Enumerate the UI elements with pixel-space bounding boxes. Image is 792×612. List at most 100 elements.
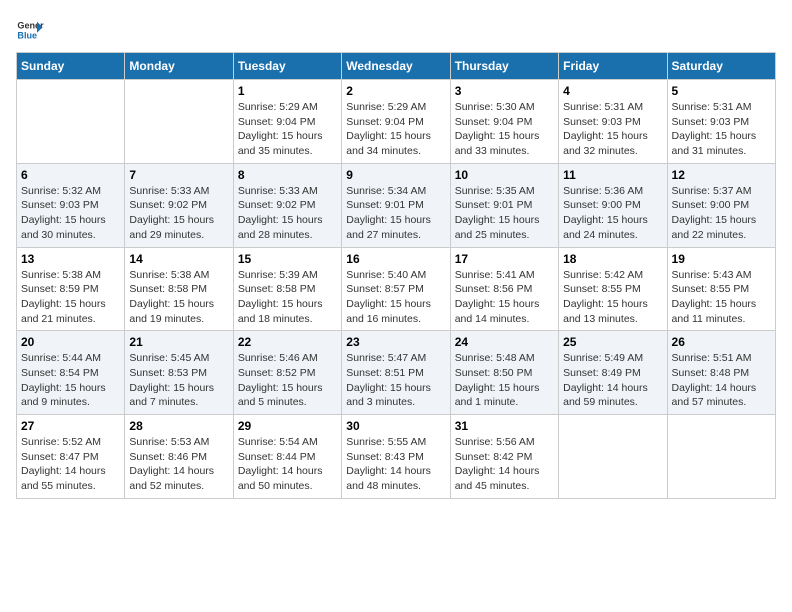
day-info: Sunrise: 5:56 AM Sunset: 8:42 PM Dayligh…: [455, 435, 554, 494]
calendar-week-row: 1 Sunrise: 5:29 AM Sunset: 9:04 PM Daylig…: [17, 80, 776, 164]
day-number: 22: [238, 335, 337, 349]
day-info: Sunrise: 5:33 AM Sunset: 9:02 PM Dayligh…: [238, 184, 337, 243]
day-number: 30: [346, 419, 445, 433]
day-info: Sunrise: 5:40 AM Sunset: 8:57 PM Dayligh…: [346, 268, 445, 327]
logo: General Blue: [16, 16, 44, 44]
calendar-cell: [17, 80, 125, 164]
calendar-cell: 22 Sunrise: 5:46 AM Sunset: 8:52 PM Dayli…: [233, 331, 341, 415]
day-info: Sunrise: 5:29 AM Sunset: 9:04 PM Dayligh…: [346, 100, 445, 159]
calendar-cell: 2 Sunrise: 5:29 AM Sunset: 9:04 PM Daylig…: [342, 80, 450, 164]
day-info: Sunrise: 5:31 AM Sunset: 9:03 PM Dayligh…: [672, 100, 771, 159]
calendar-cell: 1 Sunrise: 5:29 AM Sunset: 9:04 PM Daylig…: [233, 80, 341, 164]
day-info: Sunrise: 5:37 AM Sunset: 9:00 PM Dayligh…: [672, 184, 771, 243]
day-info: Sunrise: 5:41 AM Sunset: 8:56 PM Dayligh…: [455, 268, 554, 327]
day-of-week-header: Thursday: [450, 53, 558, 80]
calendar-cell: 20Sunrise: 5:44 AM Sunset: 8:54 PM Dayli…: [17, 331, 125, 415]
calendar-cell: 23Sunrise: 5:47 AM Sunset: 8:51 PM Dayli…: [342, 331, 450, 415]
calendar-cell: 4 Sunrise: 5:31 AM Sunset: 9:03 PM Daylig…: [559, 80, 667, 164]
calendar-cell: 19Sunrise: 5:43 AM Sunset: 8:55 PM Dayli…: [667, 247, 775, 331]
day-info: Sunrise: 5:52 AM Sunset: 8:47 PM Dayligh…: [21, 435, 120, 494]
day-number: 21: [129, 335, 228, 349]
calendar-cell: [125, 80, 233, 164]
day-info: Sunrise: 5:55 AM Sunset: 8:43 PM Dayligh…: [346, 435, 445, 494]
day-info: Sunrise: 5:46 AM Sunset: 8:52 PM Dayligh…: [238, 351, 337, 410]
day-number: 7: [129, 168, 228, 182]
day-number: 2: [346, 84, 445, 98]
day-number: 14: [129, 252, 228, 266]
calendar-cell: 29 Sunrise: 5:54 AM Sunset: 8:44 PM Dayli…: [233, 415, 341, 499]
day-number: 5: [672, 84, 771, 98]
calendar-cell: 21 Sunrise: 5:45 AM Sunset: 8:53 PM Dayli…: [125, 331, 233, 415]
day-number: 29: [238, 419, 337, 433]
day-info: Sunrise: 5:49 AM Sunset: 8:49 PM Dayligh…: [563, 351, 662, 410]
day-info: Sunrise: 5:30 AM Sunset: 9:04 PM Dayligh…: [455, 100, 554, 159]
calendar-cell: 25Sunrise: 5:49 AM Sunset: 8:49 PM Dayli…: [559, 331, 667, 415]
calendar-cell: 10Sunrise: 5:35 AM Sunset: 9:01 PM Dayli…: [450, 163, 558, 247]
day-info: Sunrise: 5:33 AM Sunset: 9:02 PM Dayligh…: [129, 184, 228, 243]
calendar-cell: 27Sunrise: 5:52 AM Sunset: 8:47 PM Dayli…: [17, 415, 125, 499]
calendar-cell: 30 Sunrise: 5:55 AM Sunset: 8:43 PM Dayli…: [342, 415, 450, 499]
day-info: Sunrise: 5:36 AM Sunset: 9:00 PM Dayligh…: [563, 184, 662, 243]
day-info: Sunrise: 5:32 AM Sunset: 9:03 PM Dayligh…: [21, 184, 120, 243]
day-number: 31: [455, 419, 554, 433]
calendar-cell: 28 Sunrise: 5:53 AM Sunset: 8:46 PM Dayli…: [125, 415, 233, 499]
calendar-table: SundayMondayTuesdayWednesdayThursdayFrid…: [16, 52, 776, 499]
day-number: 28: [129, 419, 228, 433]
day-number: 6: [21, 168, 120, 182]
calendar-week-row: 13Sunrise: 5:38 AM Sunset: 8:59 PM Dayli…: [17, 247, 776, 331]
calendar-cell: 14 Sunrise: 5:38 AM Sunset: 8:58 PM Dayli…: [125, 247, 233, 331]
calendar-cell: 16Sunrise: 5:40 AM Sunset: 8:57 PM Dayli…: [342, 247, 450, 331]
day-of-week-header: Wednesday: [342, 53, 450, 80]
calendar-cell: [667, 415, 775, 499]
day-info: Sunrise: 5:31 AM Sunset: 9:03 PM Dayligh…: [563, 100, 662, 159]
calendar-cell: 17 Sunrise: 5:41 AM Sunset: 8:56 PM Dayli…: [450, 247, 558, 331]
logo-icon: General Blue: [16, 16, 44, 44]
calendar-cell: 9 Sunrise: 5:34 AM Sunset: 9:01 PM Daylig…: [342, 163, 450, 247]
day-number: 1: [238, 84, 337, 98]
day-number: 11: [563, 168, 662, 182]
calendar-cell: [559, 415, 667, 499]
day-info: Sunrise: 5:38 AM Sunset: 8:59 PM Dayligh…: [21, 268, 120, 327]
day-number: 18: [563, 252, 662, 266]
calendar-week-row: 27Sunrise: 5:52 AM Sunset: 8:47 PM Dayli…: [17, 415, 776, 499]
day-info: Sunrise: 5:48 AM Sunset: 8:50 PM Dayligh…: [455, 351, 554, 410]
day-info: Sunrise: 5:35 AM Sunset: 9:01 PM Dayligh…: [455, 184, 554, 243]
calendar-cell: 31 Sunrise: 5:56 AM Sunset: 8:42 PM Dayli…: [450, 415, 558, 499]
day-info: Sunrise: 5:47 AM Sunset: 8:51 PM Dayligh…: [346, 351, 445, 410]
calendar-header-row: SundayMondayTuesdayWednesdayThursdayFrid…: [17, 53, 776, 80]
day-of-week-header: Tuesday: [233, 53, 341, 80]
calendar-cell: 3 Sunrise: 5:30 AM Sunset: 9:04 PM Daylig…: [450, 80, 558, 164]
day-number: 17: [455, 252, 554, 266]
day-number: 15: [238, 252, 337, 266]
day-info: Sunrise: 5:44 AM Sunset: 8:54 PM Dayligh…: [21, 351, 120, 410]
day-number: 8: [238, 168, 337, 182]
calendar-cell: 18 Sunrise: 5:42 AM Sunset: 8:55 PM Dayli…: [559, 247, 667, 331]
calendar-cell: 15 Sunrise: 5:39 AM Sunset: 8:58 PM Dayli…: [233, 247, 341, 331]
day-number: 9: [346, 168, 445, 182]
page-header: General Blue: [16, 16, 776, 44]
day-info: Sunrise: 5:54 AM Sunset: 8:44 PM Dayligh…: [238, 435, 337, 494]
day-of-week-header: Friday: [559, 53, 667, 80]
calendar-cell: 24 Sunrise: 5:48 AM Sunset: 8:50 PM Dayli…: [450, 331, 558, 415]
calendar-week-row: 20Sunrise: 5:44 AM Sunset: 8:54 PM Dayli…: [17, 331, 776, 415]
day-number: 12: [672, 168, 771, 182]
day-info: Sunrise: 5:42 AM Sunset: 8:55 PM Dayligh…: [563, 268, 662, 327]
calendar-week-row: 6 Sunrise: 5:32 AM Sunset: 9:03 PM Daylig…: [17, 163, 776, 247]
day-info: Sunrise: 5:43 AM Sunset: 8:55 PM Dayligh…: [672, 268, 771, 327]
day-of-week-header: Monday: [125, 53, 233, 80]
calendar-cell: 7 Sunrise: 5:33 AM Sunset: 9:02 PM Daylig…: [125, 163, 233, 247]
day-number: 3: [455, 84, 554, 98]
day-of-week-header: Saturday: [667, 53, 775, 80]
day-info: Sunrise: 5:29 AM Sunset: 9:04 PM Dayligh…: [238, 100, 337, 159]
day-info: Sunrise: 5:45 AM Sunset: 8:53 PM Dayligh…: [129, 351, 228, 410]
day-info: Sunrise: 5:53 AM Sunset: 8:46 PM Dayligh…: [129, 435, 228, 494]
day-number: 24: [455, 335, 554, 349]
day-info: Sunrise: 5:51 AM Sunset: 8:48 PM Dayligh…: [672, 351, 771, 410]
day-number: 26: [672, 335, 771, 349]
day-info: Sunrise: 5:39 AM Sunset: 8:58 PM Dayligh…: [238, 268, 337, 327]
day-info: Sunrise: 5:38 AM Sunset: 8:58 PM Dayligh…: [129, 268, 228, 327]
calendar-cell: 13Sunrise: 5:38 AM Sunset: 8:59 PM Dayli…: [17, 247, 125, 331]
day-number: 4: [563, 84, 662, 98]
calendar-cell: 8 Sunrise: 5:33 AM Sunset: 9:02 PM Daylig…: [233, 163, 341, 247]
day-info: Sunrise: 5:34 AM Sunset: 9:01 PM Dayligh…: [346, 184, 445, 243]
